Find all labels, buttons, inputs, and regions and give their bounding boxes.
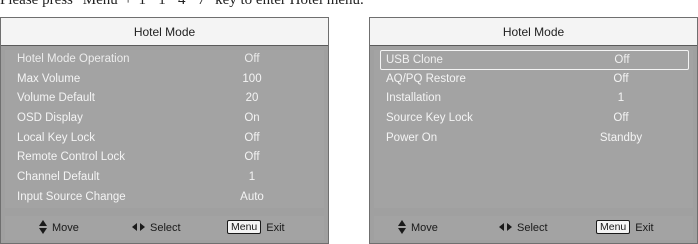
hotel-menu-panel-page-2: Hotel Mode USB Clone Off AQ/PQ Restore O… (369, 17, 698, 244)
footer-move-label: Move (52, 222, 79, 234)
instruction-text: Please press "Menu"+"1""1""4""7" key to … (0, 0, 364, 8)
menu-item-label: Hotel Mode Operation (17, 53, 130, 65)
left-right-arrows-icon (499, 223, 512, 232)
footer-select-label: Select (517, 222, 548, 234)
menu-item-value: On (244, 112, 260, 125)
menu-item-value: Off (613, 72, 629, 85)
menu-item-value: 20 (245, 92, 259, 105)
up-down-arrows-icon (398, 220, 406, 235)
menu-item-label: Channel Default (17, 171, 100, 184)
menu-key-icon: Menu (596, 220, 631, 235)
up-down-arrows-icon (39, 220, 47, 235)
footer-exit-label: Exit (266, 222, 285, 234)
menu-item-usb-clone[interactable]: USB Clone Off (380, 50, 689, 70)
footer-select-label: Select (150, 222, 181, 234)
footer-select-hint: Select (499, 216, 548, 240)
menu-item-osd-display[interactable]: OSD Display On (5, 109, 324, 129)
footer-exit-hint: Menu Exit (596, 216, 654, 240)
panel-title: Hotel Mode (370, 18, 697, 46)
menu-item-value: Off (613, 112, 629, 125)
footer-exit-hint: Menu Exit (227, 216, 285, 240)
menu-item-label: Input Source Change (17, 190, 126, 203)
menu-item-value: 100 (242, 72, 262, 85)
menu-key-icon: Menu (227, 220, 262, 235)
menu-item-label: Source Key Lock (386, 112, 473, 125)
menu-item-value: 1 (248, 171, 256, 184)
menu-item-local-key-lock[interactable]: Local Key Lock Off (5, 129, 324, 149)
menu-item-value: Off (614, 54, 630, 66)
menu-item-label: Max Volume (17, 72, 81, 85)
menu-item-remote-control-lock[interactable]: Remote Control Lock Off (5, 148, 324, 168)
menu-item-value: Off (244, 53, 260, 65)
footer-move-hint: Move (39, 216, 79, 240)
menu-footer: Move Select Menu Exit (374, 216, 693, 240)
menu-item-hotel-mode-operation[interactable]: Hotel Mode Operation Off (5, 50, 324, 70)
menu-item-aq-pq-restore[interactable]: AQ/PQ Restore Off (374, 70, 693, 90)
menu-item-label: Installation (386, 92, 441, 105)
menu-item-label: USB Clone (386, 54, 443, 66)
hotel-menu-panel-page-1: Hotel Mode Hotel Mode Operation Off Max … (0, 17, 329, 244)
menu-item-label: Power On (386, 131, 438, 144)
menu-item-input-source-change[interactable]: Input Source Change Auto (5, 188, 324, 208)
menu-list: USB Clone Off AQ/PQ Restore Off Installa… (374, 50, 693, 208)
menu-list: Hotel Mode Operation Off Max Volume 100 … (5, 50, 324, 208)
menu-item-value: Off (244, 151, 260, 164)
footer-move-label: Move (411, 222, 438, 234)
menu-item-value: Auto (240, 190, 264, 203)
menu-footer: Move Select Menu Exit (5, 216, 324, 240)
menu-item-installation[interactable]: Installation 1 (374, 89, 693, 109)
footer-exit-label: Exit (635, 222, 654, 234)
menu-item-source-key-lock[interactable]: Source Key Lock Off (374, 109, 693, 129)
menu-item-label: Local Key Lock (17, 131, 95, 144)
menu-item-value: Standby (599, 131, 643, 144)
menu-item-label: Remote Control Lock (17, 151, 126, 164)
menu-item-label: Volume Default (17, 92, 95, 105)
menu-item-value: Off (244, 131, 260, 144)
menu-item-power-on[interactable]: Power On Standby (374, 129, 693, 149)
panel-title: Hotel Mode (1, 18, 328, 46)
menu-item-label: AQ/PQ Restore (386, 72, 466, 85)
footer-select-hint: Select (132, 216, 181, 240)
left-right-arrows-icon (132, 223, 145, 232)
menu-item-value: 1 (617, 92, 625, 105)
menu-item-max-volume[interactable]: Max Volume 100 (5, 70, 324, 90)
footer-move-hint: Move (398, 216, 438, 240)
menu-item-volume-default[interactable]: Volume Default 20 (5, 89, 324, 109)
menu-item-label: OSD Display (17, 112, 83, 125)
menu-item-channel-default[interactable]: Channel Default 1 (5, 168, 324, 188)
